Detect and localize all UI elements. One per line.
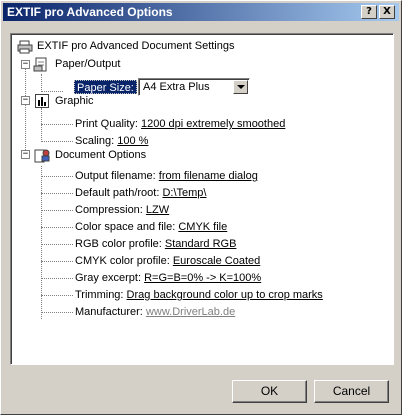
graphic-icon — [35, 94, 49, 108]
chevron-down-icon[interactable] — [233, 80, 248, 94]
rgb-profile-label: RGB color profile: — [75, 238, 162, 250]
tree-line — [41, 278, 73, 279]
trimming-row[interactable]: Trimming: Drag background color up to cr… — [75, 287, 323, 303]
output-filename-label: Output filename: — [75, 170, 156, 182]
paper-icon — [33, 57, 47, 72]
paper-size-label[interactable]: Paper Size: — [74, 80, 137, 94]
trimming-value[interactable]: Drag background color up to crop marks — [127, 289, 323, 301]
ok-button[interactable]: OK — [232, 380, 307, 403]
settings-tree[interactable]: − − − EXTIF pro Advanced Document Settin… — [10, 33, 394, 365]
tree-line — [41, 210, 73, 211]
default-path-value[interactable]: D:\Temp\ — [162, 187, 206, 199]
tree-line — [41, 295, 73, 296]
tree-line — [41, 312, 73, 313]
gray-excerpt-row[interactable]: Gray excerpt: R=G=B=0% -> K=100% — [75, 270, 261, 286]
close-button[interactable]: X — [379, 5, 395, 19]
scaling-value[interactable]: 100 % — [117, 135, 148, 147]
tree-line — [41, 244, 73, 245]
collapse-paper-toggle[interactable]: − — [21, 60, 30, 69]
paper-size-select[interactable]: A4 Extra Plus — [138, 78, 250, 96]
tree-line — [41, 166, 42, 319]
color-space-label: Color space and file: — [75, 221, 176, 233]
tree-line — [41, 108, 42, 142]
tree-line — [41, 176, 73, 177]
manufacturer-link[interactable]: www.DriverLab.de — [146, 306, 235, 318]
title-bar: EXTIF pro Advanced Options ? X — [3, 3, 399, 21]
cancel-button[interactable]: Cancel — [314, 380, 389, 403]
output-filename-row[interactable]: Output filename: from filename dialog — [75, 168, 258, 184]
trimming-label: Trimming: — [75, 289, 124, 301]
tree-paper-output[interactable]: Paper/Output — [55, 56, 120, 72]
help-button[interactable]: ? — [361, 5, 377, 19]
color-space-value[interactable]: CMYK file — [178, 221, 227, 233]
print-quality-value[interactable]: 1200 dpi extremely smoothed — [141, 118, 285, 130]
manufacturer-label: Manufacturer: — [75, 306, 143, 318]
tree-line — [41, 193, 73, 194]
collapse-document-toggle[interactable]: − — [21, 150, 30, 159]
tree-line — [41, 227, 73, 228]
compression-row[interactable]: Compression: LZW — [75, 202, 169, 218]
tree-graphic[interactable]: Graphic — [55, 93, 94, 109]
tree-line — [41, 124, 73, 125]
tree-line — [41, 74, 42, 92]
print-quality-label: Print Quality: — [75, 118, 138, 130]
color-space-row[interactable]: Color space and file: CMYK file — [75, 219, 227, 235]
manufacturer-row[interactable]: Manufacturer: www.DriverLab.de — [75, 304, 235, 320]
dialog-window: EXTIF pro Advanced Options ? X − − − EXT… — [0, 0, 402, 415]
tree-line — [41, 261, 73, 262]
gray-excerpt-value[interactable]: R=G=B=0% -> K=100% — [144, 272, 261, 284]
print-quality-row[interactable]: Print Quality: 1200 dpi extremely smooth… — [75, 116, 285, 132]
rgb-profile-row[interactable]: RGB color profile: Standard RGB — [75, 236, 236, 252]
tree-line — [41, 91, 63, 92]
cmyk-profile-value[interactable]: Euroscale Coated — [173, 255, 260, 267]
cmyk-profile-label: CMYK color profile: — [75, 255, 170, 267]
compression-label: Compression: — [75, 204, 143, 216]
cmyk-profile-row[interactable]: CMYK color profile: Euroscale Coated — [75, 253, 260, 269]
window-title: EXTIF pro Advanced Options — [7, 5, 173, 19]
default-path-label: Default path/root: — [75, 187, 160, 199]
rgb-profile-value[interactable]: Standard RGB — [165, 238, 237, 250]
compression-value[interactable]: LZW — [146, 204, 169, 216]
output-filename-value[interactable]: from filename dialog — [159, 170, 258, 182]
tree-root-label[interactable]: EXTIF pro Advanced Document Settings — [37, 38, 235, 54]
document-options-icon — [34, 149, 50, 163]
printer-icon — [17, 40, 33, 54]
tree-line — [41, 141, 73, 142]
tree-line — [25, 60, 26, 158]
gray-excerpt-label: Gray excerpt: — [75, 272, 142, 284]
scaling-label: Scaling: — [75, 135, 115, 147]
paper-size-value: A4 Extra Plus — [143, 81, 210, 93]
default-path-row[interactable]: Default path/root: D:\Temp\ — [75, 185, 206, 201]
tree-document-options[interactable]: Document Options — [55, 147, 146, 163]
collapse-graphic-toggle[interactable]: − — [21, 96, 30, 105]
